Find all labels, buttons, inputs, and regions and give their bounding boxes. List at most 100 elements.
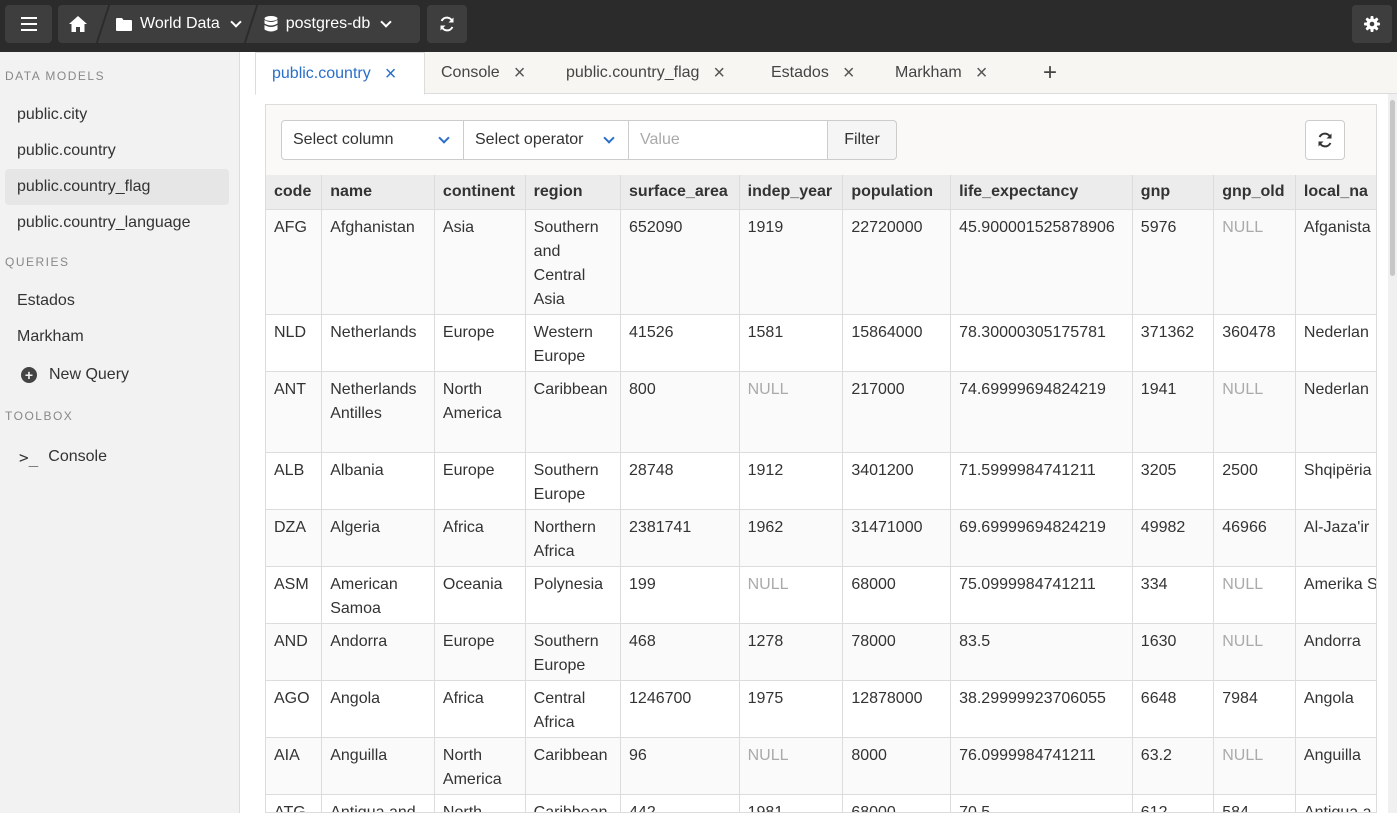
table-cell-region[interactable]: Western Europe [525, 314, 622, 372]
table-cell-life-expectancy[interactable]: 70.5 [950, 794, 1133, 812]
vertical-scrollbar[interactable] [1388, 94, 1397, 813]
table-cell-local-na[interactable]: Shqipëria [1295, 452, 1376, 510]
close-icon[interactable]: × [713, 63, 725, 83]
table-cell-code[interactable]: ALB [266, 452, 323, 510]
table-row[interactable]: NLD Netherlands Europe Western Europe 41526 1… [266, 314, 1376, 372]
table-row[interactable]: AND Andorra Europe Southern Europe 468 1278 78… [266, 623, 1376, 681]
table-cell-surface-area[interactable]: 652090 [620, 209, 740, 315]
table-cell-surface-area[interactable]: 2381741 [620, 509, 740, 567]
table-cell-life-expectancy[interactable]: 75.0999984741211 [950, 566, 1133, 624]
scrollbar-thumb[interactable] [1390, 100, 1395, 276]
refresh-table-button[interactable] [1305, 120, 1345, 160]
table-cell-name[interactable]: Anguilla [321, 737, 435, 795]
column-header-life-expectancy[interactable]: life_expectancy [950, 175, 1133, 210]
column-header-local-name[interactable]: local_na [1295, 175, 1376, 210]
table-cell-gnp-old[interactable]: NULL [1213, 623, 1296, 681]
new-query-button[interactable]: + New Query [5, 357, 229, 393]
table-cell-gnp[interactable]: 6648 [1132, 680, 1215, 738]
table-cell-gnp-old[interactable]: 360478 [1213, 314, 1296, 372]
table-cell-surface-area[interactable]: 28748 [620, 452, 740, 510]
table-cell-life-expectancy[interactable]: 38.29999923706055 [950, 680, 1133, 738]
table-cell-indep-year[interactable]: 1981 [739, 794, 844, 812]
table-cell-name[interactable]: Angola [321, 680, 435, 738]
table-row[interactable]: ASM American Samoa Oceania Polynesia 199 NULL… [266, 566, 1376, 624]
table-cell-continent[interactable]: Asia [434, 209, 526, 315]
table-cell-gnp-old[interactable]: NULL [1213, 209, 1296, 315]
table-cell-code[interactable]: ATG [266, 794, 323, 812]
table-cell-continent[interactable]: Africa [434, 680, 526, 738]
column-header-gnp-old[interactable]: gnp_old [1213, 175, 1296, 210]
table-cell-name[interactable]: Antigua and [321, 794, 435, 812]
table-cell-gnp[interactable]: 1941 [1132, 371, 1215, 453]
table-cell-population[interactable]: 78000 [842, 623, 952, 681]
table-row[interactable]: ANT Netherlands Antilles North America Cari… [266, 371, 1376, 453]
table-cell-continent[interactable]: North America [434, 737, 526, 795]
table-cell-code[interactable]: AIA [266, 737, 323, 795]
sidebar-item-estados[interactable]: Estados [5, 283, 229, 319]
close-icon[interactable]: × [385, 64, 397, 84]
table-cell-population[interactable]: 68000 [842, 794, 952, 812]
home-button[interactable] [58, 5, 98, 43]
table-cell-gnp[interactable]: 371362 [1132, 314, 1215, 372]
table-cell-name[interactable]: Afghanistan [321, 209, 435, 315]
table-cell-gnp-old[interactable]: 46966 [1213, 509, 1296, 567]
table-cell-continent[interactable]: Oceania [434, 566, 526, 624]
table-cell-local-na[interactable]: Afganista [1295, 209, 1376, 315]
column-header-indep-year[interactable]: indep_year [739, 175, 844, 210]
sidebar-item-console[interactable]: >_ Console [5, 439, 229, 475]
table-cell-region[interactable]: Southern Europe [525, 623, 622, 681]
table-cell-code[interactable]: DZA [266, 509, 323, 567]
table-cell-gnp-old[interactable]: NULL [1213, 566, 1296, 624]
table-cell-indep-year[interactable]: 1919 [739, 209, 844, 315]
table-cell-name[interactable]: Albania [321, 452, 435, 510]
table-cell-code[interactable]: ASM [266, 566, 323, 624]
table-cell-code[interactable]: AGO [266, 680, 323, 738]
table-cell-name[interactable]: Netherlands Antilles [321, 371, 435, 453]
sidebar-item-country-flag[interactable]: public.country_flag [5, 169, 229, 205]
table-cell-continent[interactable]: Africa [434, 509, 526, 567]
tab-public-country-flag[interactable]: public.country_flag × [550, 52, 755, 94]
table-cell-life-expectancy[interactable]: 71.5999984741211 [950, 452, 1133, 510]
table-cell-surface-area[interactable]: 96 [620, 737, 740, 795]
table-cell-indep-year[interactable]: 1912 [739, 452, 844, 510]
table-cell-continent[interactable]: Europe [434, 452, 526, 510]
menu-button[interactable] [5, 5, 52, 43]
table-cell-surface-area[interactable]: 800 [620, 371, 740, 453]
table-cell-population[interactable]: 15864000 [842, 314, 952, 372]
table-cell-indep-year[interactable]: 1962 [739, 509, 844, 567]
table-cell-continent[interactable]: North America [434, 371, 526, 453]
table-cell-life-expectancy[interactable]: 69.69999694824219 [950, 509, 1133, 567]
settings-button[interactable] [1352, 5, 1392, 43]
filter-button[interactable]: Filter [828, 120, 897, 160]
table-cell-code[interactable]: AND [266, 623, 323, 681]
table-cell-continent[interactable]: Europe [434, 623, 526, 681]
table-cell-indep-year[interactable]: 1278 [739, 623, 844, 681]
table-cell-local-na[interactable]: Andorra [1295, 623, 1376, 681]
column-header-surface-area[interactable]: surface_area [620, 175, 740, 210]
table-cell-name[interactable]: American Samoa [321, 566, 435, 624]
table-cell-indep-year[interactable]: 1581 [739, 314, 844, 372]
table-cell-indep-year[interactable]: NULL [739, 371, 844, 453]
table-cell-population[interactable]: 8000 [842, 737, 952, 795]
operator-select[interactable]: Select operator [464, 120, 629, 160]
table-cell-local-na[interactable]: Amerika S [1295, 566, 1376, 624]
table-cell-gnp-old[interactable]: 584 [1213, 794, 1296, 812]
table-cell-population[interactable]: 12878000 [842, 680, 952, 738]
connection-dropdown[interactable]: postgres-db [258, 5, 397, 43]
close-icon[interactable]: × [976, 63, 988, 83]
table-cell-region[interactable]: Polynesia [525, 566, 622, 624]
table-cell-surface-area[interactable]: 468 [620, 623, 740, 681]
table-cell-gnp[interactable]: 5976 [1132, 209, 1215, 315]
table-row[interactable]: ATG Antigua and North Caribbean 442 1981 68000… [266, 794, 1376, 812]
table-cell-local-na[interactable]: Nederlan [1295, 371, 1376, 453]
table-row[interactable]: AFG Afghanistan Asia Southern and Central A… [266, 209, 1376, 315]
table-cell-life-expectancy[interactable]: 76.0999984741211 [950, 737, 1133, 795]
table-cell-name[interactable]: Andorra [321, 623, 435, 681]
table-cell-indep-year[interactable]: NULL [739, 566, 844, 624]
value-input[interactable] [629, 120, 828, 160]
table-row[interactable]: ALB Albania Europe Southern Europe 28748 1912… [266, 452, 1376, 510]
table-cell-gnp[interactable]: 3205 [1132, 452, 1215, 510]
table-cell-population[interactable]: 31471000 [842, 509, 952, 567]
table-cell-continent[interactable]: North [434, 794, 526, 812]
tab-estados[interactable]: Estados × [755, 52, 879, 94]
